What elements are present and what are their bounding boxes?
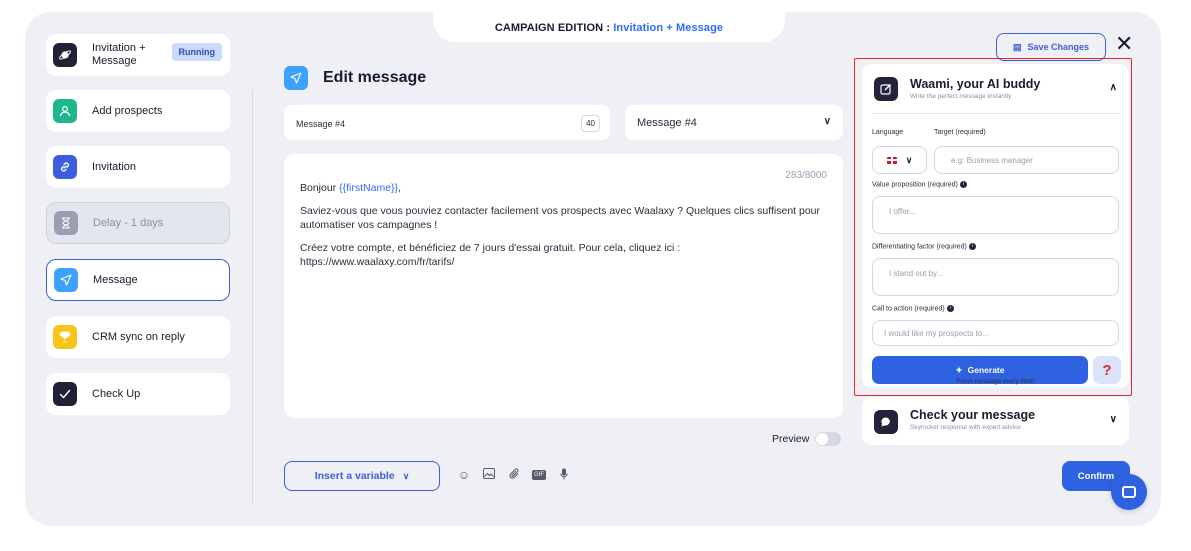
check-message-subtitle: Skyrocket response with expert advice bbox=[910, 424, 1021, 431]
image-icon[interactable] bbox=[482, 468, 496, 483]
greeting-text: Bonjour bbox=[300, 182, 340, 194]
ai-panel-title: Waami, your AI buddy bbox=[910, 77, 1041, 91]
sidebar-item-delay[interactable]: Delay - 1 days bbox=[46, 202, 230, 244]
call-to-action-input[interactable]: I would like my prospects to... bbox=[872, 320, 1119, 346]
sidebar-item-check-up[interactable]: Check Up bbox=[46, 373, 230, 415]
page-title: Edit message bbox=[323, 69, 427, 86]
microphone-icon[interactable] bbox=[557, 468, 571, 483]
sidebar-item-message[interactable]: Message bbox=[46, 259, 230, 301]
status-badge: Running bbox=[171, 43, 222, 61]
info-icon[interactable]: i bbox=[946, 305, 954, 312]
users-icon bbox=[53, 99, 77, 123]
insert-variable-button[interactable]: Insert a variable ∨ bbox=[284, 461, 440, 491]
sidebar-item-label: Delay - 1 days bbox=[93, 217, 164, 229]
sidebar-item-label: Message bbox=[93, 274, 138, 286]
ai-buddy-panel: Waami, your AI buddy Write the perfect m… bbox=[862, 64, 1129, 388]
sidebar-item-invitation[interactable]: Invitation bbox=[46, 146, 230, 188]
preview-toggle[interactable] bbox=[815, 432, 842, 446]
close-icon[interactable]: ✕ bbox=[1115, 33, 1133, 55]
message-paragraph: Créez votre compte, et bénéficiez de 7 j… bbox=[300, 242, 681, 268]
sidebar-item-crm-sync[interactable]: CRM sync on reply bbox=[46, 316, 230, 358]
target-label: Target (required) bbox=[934, 129, 986, 136]
differentiating-factor-label: Differentiating factor (required) i bbox=[872, 243, 976, 250]
chevron-up-icon[interactable]: ∧ bbox=[1110, 82, 1117, 93]
target-input[interactable]: e.g: Business manager bbox=[934, 146, 1119, 174]
edit-icon bbox=[874, 77, 898, 101]
sidebar-item-label: Add prospects bbox=[92, 105, 163, 117]
sidebar-item-label: Check Up bbox=[92, 388, 141, 400]
chevron-down-icon: ∨ bbox=[1109, 414, 1117, 425]
send-icon bbox=[54, 268, 78, 292]
chat-bubble-icon bbox=[874, 410, 898, 434]
language-select[interactable]: ∨ bbox=[872, 146, 927, 174]
gif-icon[interactable]: GIF bbox=[532, 470, 546, 480]
chevron-down-icon: ∨ bbox=[823, 116, 831, 127]
call-to-action-placeholder: I would like my prospects to... bbox=[884, 329, 989, 338]
message-greeting: Bonjour {{firstName}}, bbox=[300, 182, 827, 195]
editor-toolbar: ☺ GIF bbox=[457, 468, 571, 483]
sidebar-item-invitation-message[interactable]: Invitation + Message Running bbox=[46, 34, 230, 76]
value-proposition-label-text: Value proposition (required) bbox=[872, 181, 958, 189]
ai-panel-subtitle: Write the perfect message instantly bbox=[910, 93, 1012, 100]
link-icon bbox=[53, 155, 77, 179]
message-name-value: Message #4 bbox=[296, 119, 346, 129]
emoji-icon[interactable]: ☺ bbox=[457, 468, 471, 483]
save-icon: ▤ bbox=[1012, 41, 1022, 52]
title-prefix: CAMPAIGN EDITION : bbox=[494, 22, 611, 34]
sidebar-item-label: Invitation + Message bbox=[92, 42, 146, 67]
check-message-panel[interactable]: Check your message Skyrocket response wi… bbox=[862, 397, 1129, 445]
planet-icon bbox=[53, 43, 77, 67]
message-select-value: Message #4 bbox=[637, 117, 697, 129]
insert-variable-label: Insert a variable bbox=[314, 470, 395, 482]
message-body-editor[interactable]: 283/8000 Bonjour {{firstName}}, Saviez-v… bbox=[284, 154, 843, 418]
message-select-dropdown[interactable]: Message #4 ∨ bbox=[625, 105, 843, 140]
value-proposition-placeholder: I offer... bbox=[889, 207, 916, 216]
preview-toggle-group: Preview bbox=[772, 432, 842, 446]
call-to-action-label-text: Call to action (required) bbox=[872, 305, 945, 313]
chat-support-button[interactable] bbox=[1111, 474, 1147, 510]
trophy-icon bbox=[53, 325, 77, 349]
chat-icon bbox=[1122, 486, 1136, 498]
sidebar-item-label: Invitation bbox=[92, 161, 137, 173]
language-label: Language bbox=[872, 129, 904, 136]
save-changes-button[interactable]: ▤ Save Changes bbox=[996, 33, 1106, 61]
campaign-name: Invitation + Message bbox=[613, 22, 724, 34]
differentiating-factor-placeholder: I stand out by... bbox=[889, 269, 944, 278]
target-placeholder: e.g: Business manager bbox=[951, 156, 1033, 165]
campaign-editor-modal: CAMPAIGN EDITION : Invitation + Message … bbox=[25, 12, 1161, 526]
sidebar-item-add-prospects[interactable]: Add prospects bbox=[46, 90, 230, 132]
differentiating-factor-label-text: Differentiating factor (required) bbox=[872, 243, 967, 251]
call-to-action-label: Call to action (required) i bbox=[872, 305, 954, 312]
variable-first-name[interactable]: {{firstName}} bbox=[339, 182, 398, 194]
chevron-down-icon: ∨ bbox=[402, 470, 410, 481]
attachment-icon[interactable] bbox=[507, 468, 521, 483]
info-icon[interactable]: i bbox=[959, 181, 967, 188]
hourglass-icon bbox=[54, 211, 78, 235]
message-name-input[interactable]: Message #4 40 bbox=[284, 105, 610, 140]
check-message-title: Check your message bbox=[910, 408, 1036, 422]
differentiating-factor-input[interactable]: I stand out by... bbox=[872, 258, 1119, 296]
send-icon bbox=[284, 66, 308, 90]
divider bbox=[872, 113, 1119, 114]
check-icon bbox=[53, 382, 77, 406]
sparkle-icon: ✦ bbox=[955, 364, 963, 375]
generate-label: Generate bbox=[967, 365, 1005, 375]
character-count-badge: 40 bbox=[581, 115, 600, 132]
uk-flag-icon bbox=[886, 156, 897, 164]
sidebar-divider bbox=[252, 90, 253, 505]
char-counter: 283/8000 bbox=[785, 170, 827, 181]
save-changes-label: Save Changes bbox=[1027, 42, 1090, 52]
fresh-message-note: Fresh message every time! bbox=[956, 378, 1035, 385]
chevron-down-icon: ∨ bbox=[905, 154, 913, 165]
modal-title: CAMPAIGN EDITION : Invitation + Message bbox=[433, 12, 785, 42]
sidebar-item-label: CRM sync on reply bbox=[92, 331, 185, 343]
greeting-suffix: , bbox=[398, 182, 401, 194]
message-paragraph: Saviez-vous que vous pouviez contacter f… bbox=[300, 205, 821, 231]
value-proposition-input[interactable]: I offer... bbox=[872, 196, 1119, 234]
value-proposition-label: Value proposition (required) i bbox=[872, 181, 967, 188]
preview-label: Preview bbox=[772, 433, 810, 445]
info-icon[interactable]: i bbox=[968, 243, 976, 250]
